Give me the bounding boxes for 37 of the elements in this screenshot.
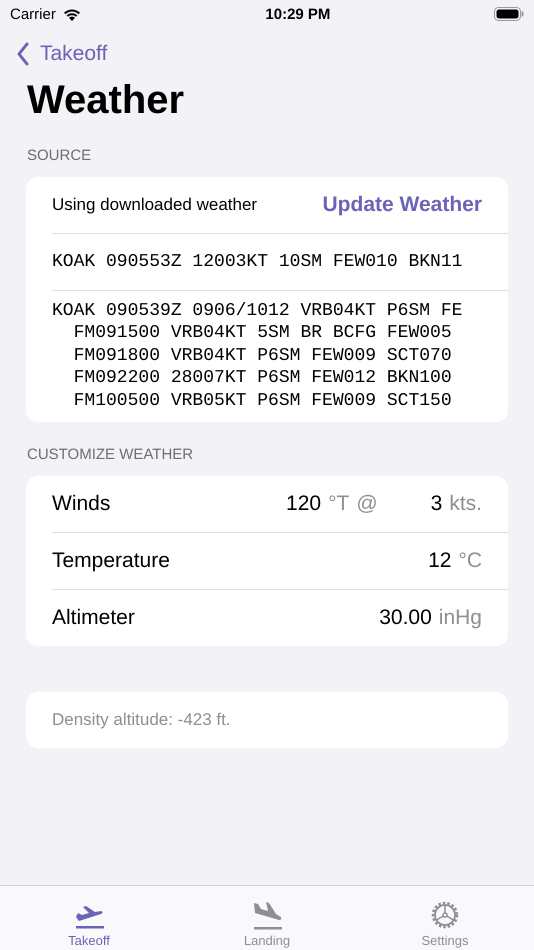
metar-text: KOAK 090553Z 12003KT 10SM FEW010 BKN11 (52, 252, 462, 272)
wifi-icon (62, 6, 82, 22)
airplane-landing-icon (251, 901, 283, 931)
settings-row[interactable]: Altimeter 30.00 inHg (52, 590, 508, 646)
battery-icon (494, 7, 524, 21)
settings-row[interactable]: Winds 120 °T @ 3 kts. (52, 476, 508, 534)
page-title: Weather (27, 78, 186, 123)
taf-line: FM092200 28007KT P6SM FEW012 BKN100 (72, 367, 453, 390)
unit-label: °T (328, 492, 350, 516)
back-button[interactable]: Takeoff (14, 40, 110, 68)
value-field[interactable]: 30.00 (379, 606, 432, 630)
source-status: Using downloaded weather (52, 195, 258, 215)
taf-line: KOAK 090539Z 0906/1012 VRB04KT P6SM FE (52, 300, 464, 322)
unit-label: @ (356, 492, 378, 516)
unit-label: °C (458, 549, 482, 574)
status-time: 10:29 PM (265, 6, 330, 22)
row-label: Altimeter (52, 606, 135, 630)
taf-line: FM091500 VRB04KT 5SM BR BCFG FEW005 (72, 322, 453, 345)
update-weather-button[interactable]: Update Weather (322, 193, 482, 217)
carrier-label: Carrier (10, 6, 56, 22)
density-altitude-text: Density altitude: -423 ft. (52, 710, 231, 730)
row-label: Temperature (52, 549, 170, 574)
taf-line: FM091800 VRB04KT P6SM FEW009 SCT070 (72, 344, 453, 368)
unit-label: kts. (449, 492, 482, 516)
value-field[interactable]: 12 (428, 549, 452, 574)
chevron-left-icon (16, 42, 30, 66)
tab[interactable]: Takeoff (29, 886, 149, 950)
section-header: SOURCE (27, 147, 92, 164)
gear-icon (429, 899, 461, 931)
taf-line: FM100500 VRB05KT P6SM FEW009 SCT150 (72, 390, 453, 412)
value-field[interactable]: 120 (286, 492, 322, 516)
airplane-takeoff-icon (73, 903, 105, 931)
row-label: Winds (52, 492, 110, 516)
unit-label: inHg (438, 606, 482, 630)
section-header: CUSTOMIZE WEATHER (27, 446, 194, 464)
settings-row[interactable]: Temperature 12 °C (52, 533, 508, 590)
value-field[interactable]: 3 (430, 492, 442, 516)
